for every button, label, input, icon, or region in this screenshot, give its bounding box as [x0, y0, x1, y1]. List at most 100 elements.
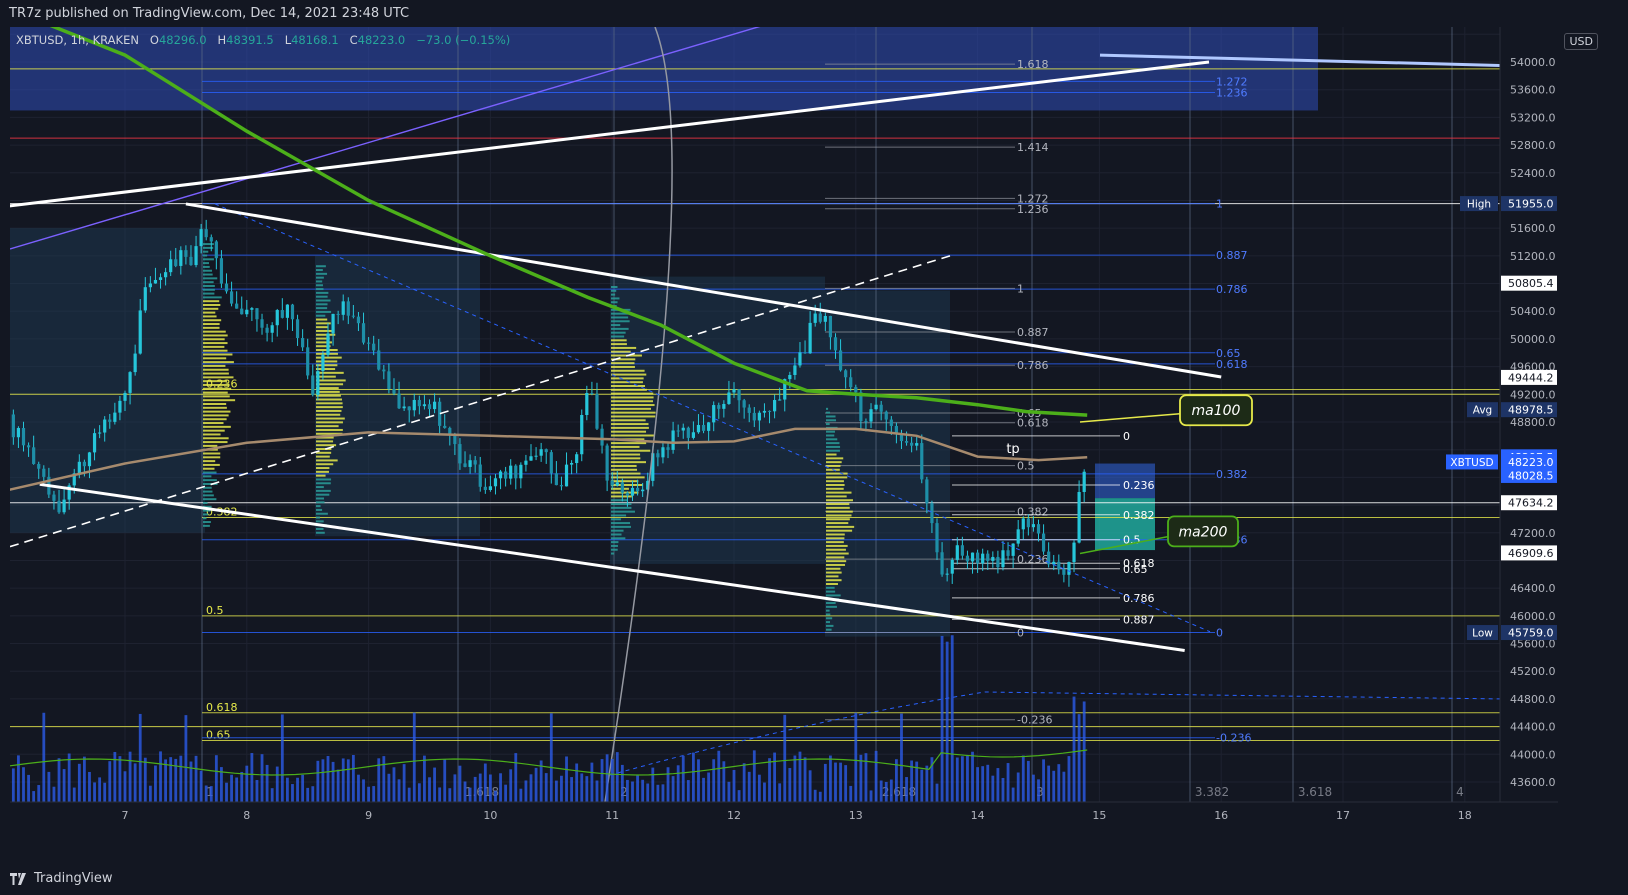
tradingview-logo-icon [10, 872, 26, 885]
volume-bar [1026, 760, 1030, 802]
volume-bar [940, 635, 944, 802]
volume-bar [737, 790, 741, 802]
profile-bar [203, 361, 234, 364]
profile-bar [316, 455, 330, 458]
price-tick-label: 45200.0 [1510, 665, 1556, 678]
volume-bar [900, 713, 903, 802]
chart-svg[interactable]: 11.61822.61833.3823.61840.2360.3820.50.6… [0, 4, 1558, 862]
candle-body [955, 545, 959, 560]
chart-area[interactable]: 11.61822.61833.3823.61840.2360.3820.50.6… [0, 4, 1558, 862]
volume-bar [504, 784, 508, 802]
volume-bar [960, 756, 964, 802]
profile-bar [826, 567, 841, 570]
profile-bar [826, 541, 844, 544]
profile-bar [203, 380, 228, 383]
profile-bar [316, 295, 328, 298]
candle-body [549, 452, 553, 474]
price-tick-label: 53200.0 [1510, 111, 1556, 124]
profile-bar [611, 331, 626, 334]
profile-bar [826, 461, 842, 464]
time-tick-label: 9 [365, 809, 372, 822]
candle-body [874, 404, 878, 410]
volume-bar [808, 770, 812, 802]
profile-bar [316, 451, 332, 454]
candle-body [996, 556, 1000, 568]
candle-body [585, 393, 589, 416]
profile-bar [316, 307, 328, 310]
profile-bar [826, 594, 841, 597]
candle-body [991, 556, 995, 561]
profile-bar [611, 369, 645, 372]
candle-body [524, 460, 528, 465]
volume-bar [47, 771, 51, 802]
profile-bar [316, 478, 332, 481]
volume-bar [818, 791, 822, 802]
candle-body [209, 237, 213, 242]
volume-bar [778, 783, 782, 802]
candle-body [818, 313, 822, 322]
volume-bar [732, 769, 736, 802]
candle-body [707, 422, 711, 431]
candle-body [1072, 542, 1076, 563]
volume-bar [72, 787, 76, 802]
price-tick-label: 48800.0 [1510, 416, 1556, 429]
volume-bar [245, 765, 249, 802]
candle-body [346, 301, 350, 316]
candle-body [194, 246, 198, 266]
profile-bar [316, 501, 325, 504]
candle-body [767, 410, 772, 412]
fib-mid-label: 1.414 [1017, 141, 1049, 154]
volume-bar [265, 764, 269, 802]
candle-body [635, 487, 640, 492]
profile-bar [203, 406, 227, 409]
volume-bar [433, 767, 436, 802]
candle-body [539, 449, 543, 456]
volume-bar [971, 751, 974, 802]
candle-body [417, 399, 421, 407]
candle-body [21, 427, 26, 446]
price-tick-label: 43600.0 [1510, 776, 1556, 789]
candle-body [458, 444, 462, 464]
volume-bar [874, 750, 878, 802]
candle-body [559, 485, 564, 487]
profile-bar [316, 288, 324, 291]
profile-bar [316, 364, 338, 367]
candle-body [615, 482, 619, 486]
profile-bar [611, 301, 618, 304]
candle-body [37, 463, 41, 469]
volume-bar [686, 780, 690, 802]
candle-body [427, 404, 432, 410]
volume-bar [443, 759, 447, 802]
fib-mid-label: 0.618 [1017, 417, 1049, 430]
volume-bar [554, 780, 558, 802]
fib-right-label: 0.382 [1216, 468, 1248, 481]
profile-bar [611, 525, 632, 528]
profile-bar [203, 311, 216, 314]
profile-bar [611, 461, 647, 464]
time-tick-label: 18 [1458, 809, 1472, 822]
fib-small-label: 0.236 [1123, 479, 1155, 492]
candle-body [676, 430, 680, 432]
volume-bar [214, 755, 218, 802]
profile-bar [826, 590, 836, 593]
candle-body [412, 399, 416, 411]
profile-bar [611, 316, 629, 319]
price-tick-label: 44000.0 [1510, 748, 1556, 761]
currency-button[interactable]: USD [1564, 33, 1598, 50]
profile-bar [611, 537, 626, 540]
candle-body [1041, 533, 1046, 552]
candle-body [625, 492, 630, 496]
price-tag-label: XBTUSD [1450, 457, 1493, 469]
volume-bar [143, 757, 147, 802]
time-tick-label: 13 [849, 809, 863, 822]
profile-bar [203, 422, 224, 425]
profile-bar [826, 484, 845, 486]
volume-bar [57, 758, 61, 802]
volume-bar [108, 761, 112, 802]
fib-mid-label: 1.618 [1017, 58, 1049, 71]
profile-bar [203, 456, 221, 459]
volume-bar [468, 787, 472, 802]
profile-bar [316, 272, 328, 275]
candle-body [255, 308, 259, 320]
volume-bar [793, 755, 797, 802]
